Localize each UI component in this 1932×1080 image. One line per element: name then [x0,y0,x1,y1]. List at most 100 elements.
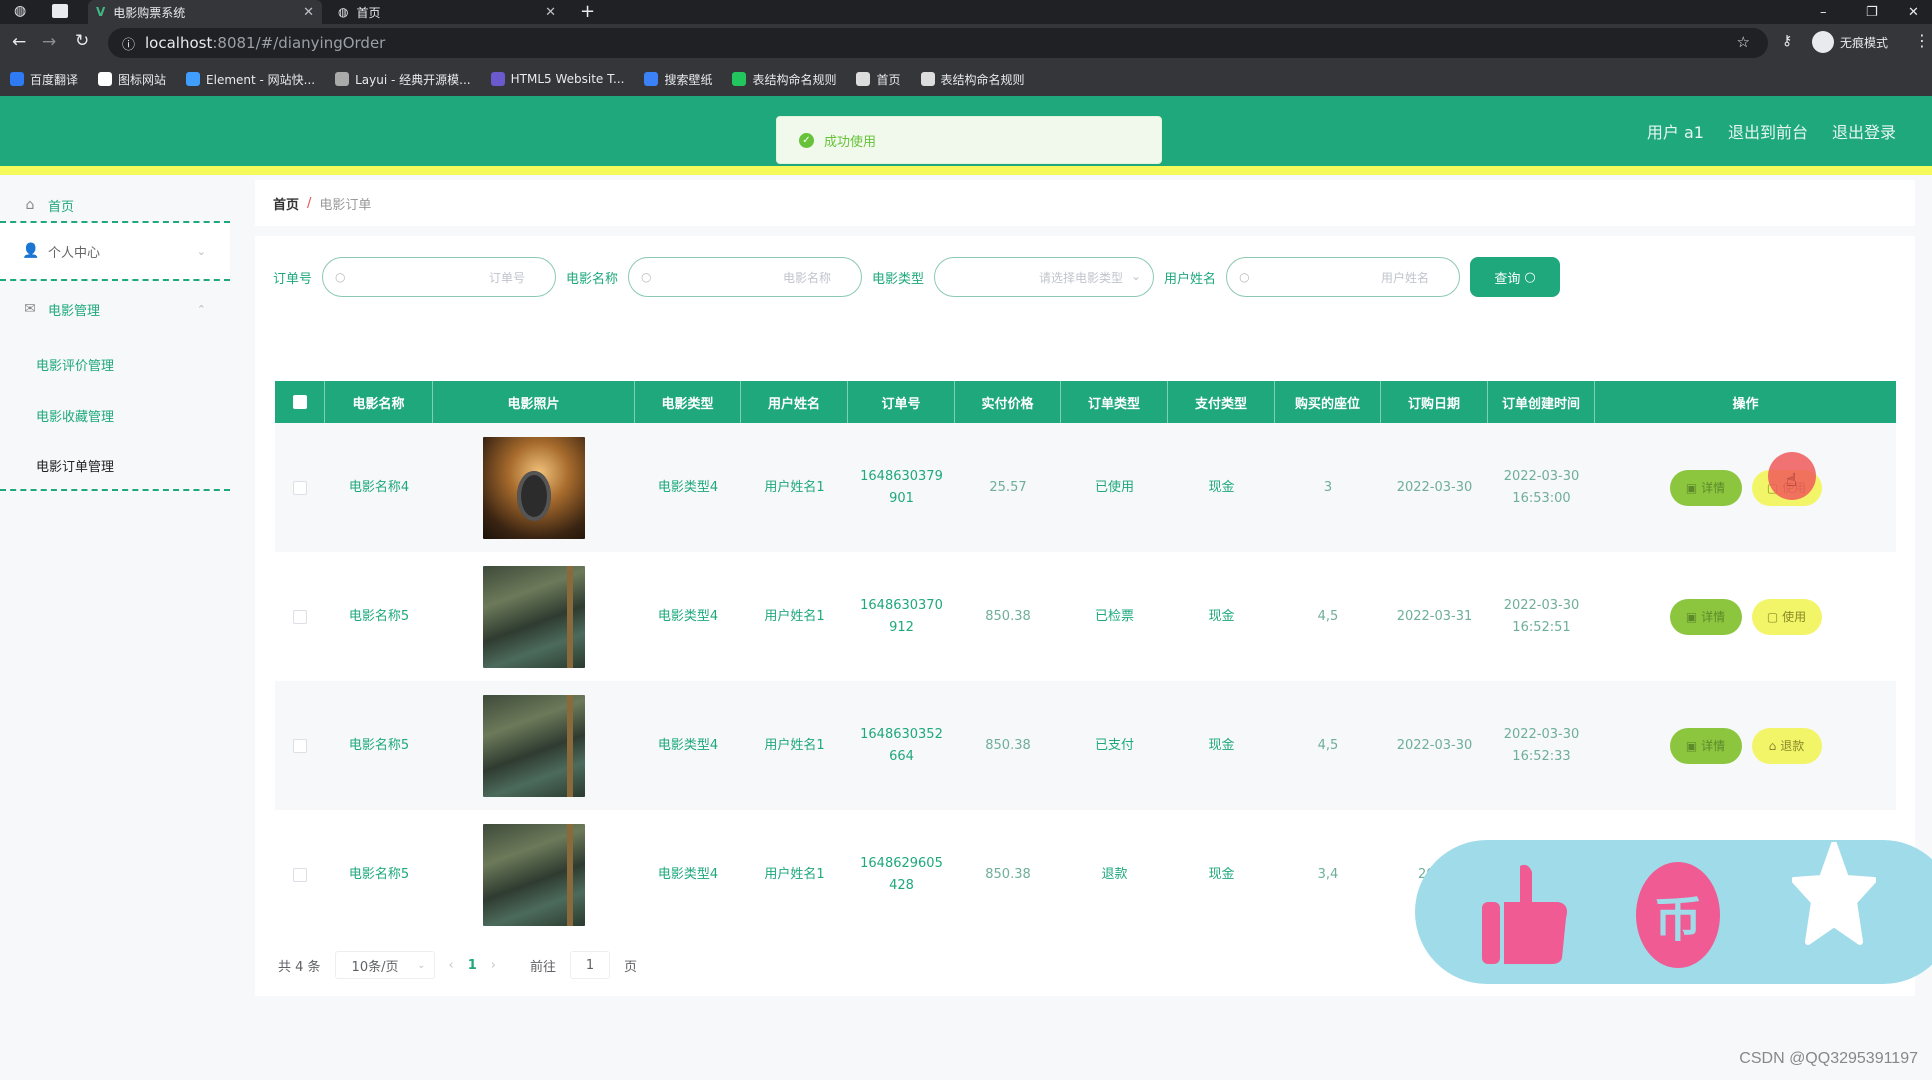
user-name-input[interactable]: ○ 用户姓名 [1226,257,1461,297]
cell-line: 1648630352 [860,726,943,742]
header-links: 用户 a1 退出到前台 退出登录 [1647,96,1896,166]
order-type-cell: 已使用 [1094,479,1134,495]
row-checkbox[interactable] [293,480,307,495]
bookmark-icon [490,72,505,86]
placeholder: 用户姓名 [1381,270,1430,285]
sidebar-subitem-favorites[interactable]: 电影收藏管理 [36,406,114,425]
bookmark-item[interactable]: 百度翻译 [10,71,78,88]
column-header: 购买的座位 [1275,381,1381,423]
close-window-button[interactable]: ✕ [1908,0,1919,24]
search-icon: ○ [335,270,346,284]
bookmark-star-icon[interactable]: ☆ [1737,33,1750,51]
bookmark-item[interactable]: 表结构命名规则 [732,71,836,88]
detail-button[interactable]: ▣ 详情 [1669,598,1742,635]
address-bar[interactable]: ⓘ localhost:8081/#/dianyingOrder ☆ [108,28,1768,58]
query-button[interactable]: 查询 ○ [1470,257,1561,297]
page-number[interactable]: 1 [468,958,477,973]
bookmark-label: 表结构命名规则 [752,72,837,87]
exit-to-front-link[interactable]: 退出到前台 [1728,119,1808,143]
pay-type-cell: 现金 [1208,479,1235,495]
back-icon[interactable]: ← [12,32,26,52]
bookmark-icon [856,72,871,86]
column-header: 订单创建时间 [1488,381,1595,423]
seats-cell: 4,5 [1317,737,1339,753]
url-host: localhost [145,34,213,52]
bookmark-icon [644,72,659,86]
close-tab-icon[interactable]: ✕ [303,5,314,20]
row-checkbox[interactable] [293,609,307,624]
row-checkbox[interactable] [293,738,307,753]
sidebar-subitem-reviews[interactable]: 电影评价管理 [36,355,114,374]
goto-page-input[interactable]: 1 [570,951,611,979]
divider [0,489,230,491]
user-cell: 用户姓名1 [764,866,825,882]
order-number-cell: 1648630352 664 [848,681,955,810]
check-circle-icon: ✓ [799,132,814,148]
bookmark-item[interactable]: 搜索壁纸 [644,71,712,88]
sidebar-subitem-orders[interactable]: 电影订单管理 [36,456,114,475]
tab-dianying[interactable]: V 电影购票系统 ✕ [88,0,322,24]
cell-line: 1648629605 [860,855,943,871]
star-icon[interactable] [1792,842,1876,946]
tab-home[interactable]: ◍ 首页 ✕ [330,0,564,24]
column-header: 用户姓名 [741,381,848,423]
page-size-select[interactable]: 10条/页 ⌄ [334,951,435,979]
detail-button[interactable]: ▣ 详情 [1669,469,1742,506]
minimize-button[interactable]: – [1820,0,1827,24]
coin-icon[interactable]: 币 [1636,862,1720,968]
prev-page-button[interactable]: ‹ [449,958,454,973]
reload-icon[interactable]: ↻ [75,31,89,51]
created-time-cell: 2022-03-30 16:53:00 [1488,423,1595,552]
cell-line: 1648630370 [860,597,943,613]
user-cell: 用户姓名1 [764,608,825,624]
new-tab-button[interactable]: + [580,1,595,22]
total-count: 共 4 条 [278,959,321,975]
forward-icon[interactable]: → [42,32,56,52]
date-cell: 2022-03-30 [1396,479,1473,495]
column-header: 订单号 [848,381,955,423]
use-button[interactable]: ▢使用 [1751,598,1822,635]
order-number-cell: 1648629605 428 [848,810,955,939]
bookmark-icon [920,72,935,86]
bookmark-item[interactable]: 表结构命名规则 [920,71,1025,88]
cell-line: 16:53:00 [1512,490,1571,506]
bookmark-item[interactable]: 图标网站 [98,71,166,88]
bookmark-label: HTML5 Website T... [510,72,625,86]
breadcrumb-current: 电影订单 [319,197,372,213]
movie-poster-image [483,565,585,668]
bookmark-item[interactable]: Layui - 经典开源模... [335,71,471,88]
detail-label: 详情 [1701,738,1726,753]
logout-link[interactable]: 退出登录 [1832,119,1896,143]
bookmark-item[interactable]: HTML5 Website T... [490,72,625,86]
column-header: 电影类型 [635,381,741,423]
cell-line: 16:52:51 [1512,619,1571,635]
select-all-checkbox[interactable] [292,395,307,409]
order-number-cell: 1648630370 912 [848,552,955,681]
movie-name-input[interactable]: ○ 电影名称 [628,257,863,297]
menu-icon[interactable]: ⋮ [1914,31,1930,50]
next-page-button[interactable]: › [491,958,496,973]
bookmark-label: Layui - 经典开源模... [355,72,471,87]
refund-button[interactable]: ⌂ 退款 [1751,727,1822,764]
order-no-input[interactable]: ○ 订单号 [322,257,557,297]
cell-line: 16:52:33 [1512,748,1571,764]
name-cell: 电影名称4 [348,479,410,495]
sidebar-item-personal[interactable]: 👤 个人中心 ⌄ [0,223,230,279]
bookmark-item[interactable]: Element - 网站快... [186,71,315,88]
movie-name-label: 电影名称 [566,271,619,287]
detail-button[interactable]: ▣ 详情 [1669,727,1742,764]
restore-button[interactable]: ❐ [1866,0,1878,24]
thumbs-up-icon[interactable] [1480,862,1570,966]
bookmark-item[interactable]: 首页 [856,71,901,88]
incognito-label[interactable]: 无痕模式 [1840,34,1888,51]
row-checkbox[interactable] [293,867,307,882]
close-tab-icon[interactable]: ✕ [545,5,556,20]
order-type-cell: 已支付 [1094,737,1134,753]
key-icon[interactable]: ⚷ [1782,33,1792,49]
detail-icon: ▣ [1685,480,1698,495]
globe-icon: ◍ [14,3,27,19]
movie-type-select[interactable]: 请选择电影类型 ⌄ [934,257,1155,297]
sidebar-item-movie-management[interactable]: ✉ 电影管理 ⌃ [0,281,230,337]
detail-label: 详情 [1701,480,1726,495]
breadcrumb-home[interactable]: 首页 [273,194,299,213]
